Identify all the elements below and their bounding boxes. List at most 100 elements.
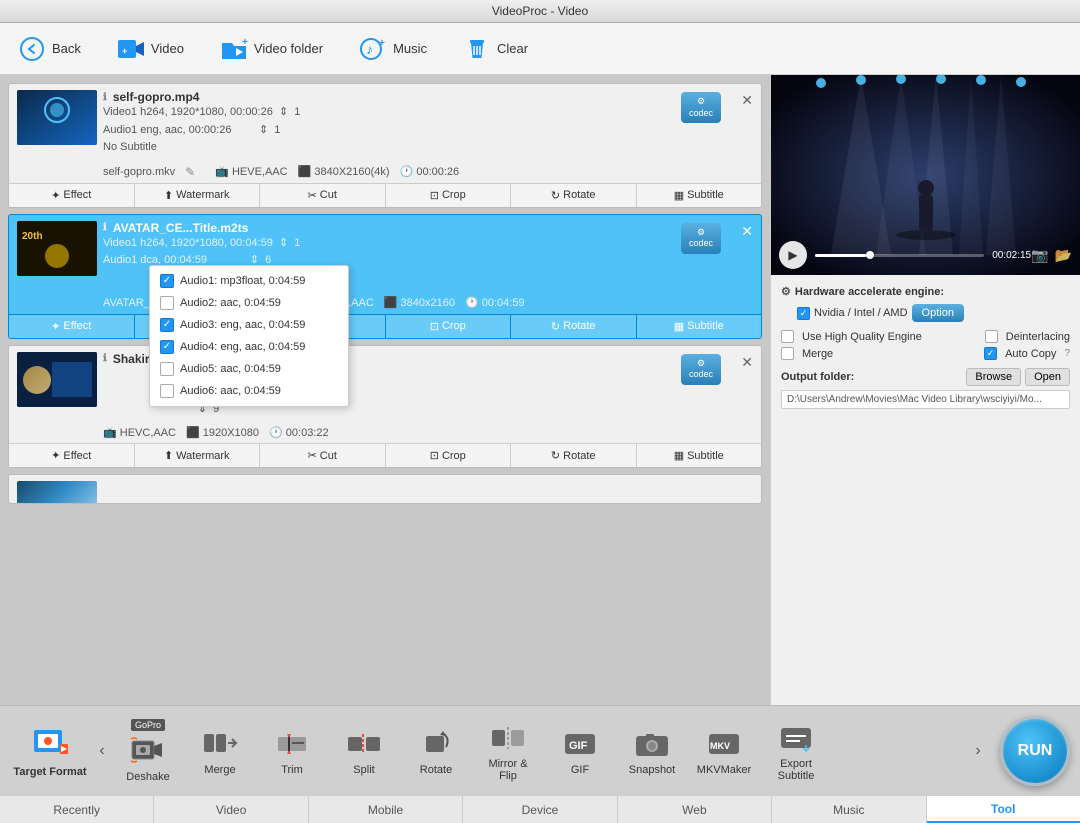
subtitle-btn-3[interactable]: ▦ Subtitle xyxy=(637,444,762,467)
music-label: Music xyxy=(393,41,427,56)
close-btn-3[interactable]: ✕ xyxy=(741,354,753,371)
gif-label: GIF xyxy=(571,764,589,776)
edit-icon-1[interactable]: ✎ xyxy=(185,165,195,179)
audio-check-3[interactable]: ✓ xyxy=(160,318,174,332)
title-bar: VideoProc - Video xyxy=(0,0,1080,23)
watermark-btn-1[interactable]: ⬆ Watermark xyxy=(135,184,261,207)
video-actions-3: ✦ Effect ⬆ Watermark ✂ Cut ⊡ Crop ↻ Ro xyxy=(9,443,761,467)
tab-recently[interactable]: Recently xyxy=(0,796,154,823)
video-title-1: ℹ self-gopro.mp4 xyxy=(103,90,667,104)
audio-check-1[interactable]: ✓ xyxy=(160,274,174,288)
tool-split[interactable]: Split xyxy=(330,716,398,786)
target-format-button[interactable]: Target Format xyxy=(10,716,90,786)
progress-bar[interactable] xyxy=(815,254,984,257)
info-icon-2[interactable]: ℹ xyxy=(103,222,107,233)
hw-title: ⚙ Hardware accelerate engine: xyxy=(781,285,1070,298)
export-subtitle-label: ExportSubtitle xyxy=(778,758,815,782)
tool-merge[interactable]: Merge xyxy=(186,716,254,786)
browse-button[interactable]: Browse xyxy=(966,368,1021,386)
scroll-left-arrow[interactable]: ‹ xyxy=(90,721,114,781)
tool-snapshot[interactable]: Snapshot xyxy=(618,716,686,786)
rotate-btn-3[interactable]: ↻ Rotate xyxy=(511,444,637,467)
audio-check-6[interactable] xyxy=(160,384,174,398)
effect-btn-3[interactable]: ✦ Effect xyxy=(9,444,135,467)
close-btn-1[interactable]: ✕ xyxy=(741,92,753,109)
tool-export-subtitle[interactable]: ExportSubtitle xyxy=(762,716,830,786)
folder-open-icon[interactable]: 📂 xyxy=(1055,247,1072,264)
codec-label-2: codec xyxy=(689,238,713,250)
scroll-right-arrow[interactable]: › xyxy=(966,721,990,781)
bottom-toolbar: Target Format ‹ GoPro Deshake xyxy=(0,705,1080,795)
back-button[interactable]: Back xyxy=(10,33,89,65)
hw-section: ⚙ Hardware accelerate engine: ✓ Nvidia /… xyxy=(781,285,1070,322)
crop-btn-2[interactable]: ⊡ Crop xyxy=(386,315,512,338)
tab-device[interactable]: Device xyxy=(463,796,617,823)
codec-btn-3[interactable]: ⚙ codec xyxy=(681,354,721,385)
tool-deshake[interactable]: GoPro Deshake xyxy=(114,716,182,786)
cut-btn-1[interactable]: ✂ Cut xyxy=(260,184,386,207)
video-icon: + xyxy=(117,37,145,61)
codec-btn-2[interactable]: ⚙ codec xyxy=(681,223,721,254)
audio-option-5[interactable]: Audio5: aac, 0:04:59 xyxy=(150,358,348,380)
nvidia-checkbox[interactable]: ✓ xyxy=(797,307,810,320)
high-quality-checkbox[interactable] xyxy=(781,330,794,343)
tool-trim[interactable]: Trim xyxy=(258,716,326,786)
play-button[interactable]: ▶ xyxy=(779,241,807,269)
video-folder-button[interactable]: + Video folder xyxy=(212,33,331,65)
cut-btn-3[interactable]: ✂ Cut xyxy=(260,444,386,467)
info-icon-1[interactable]: ℹ xyxy=(103,92,107,103)
help-icon[interactable]: ? xyxy=(1064,348,1070,359)
crop-btn-3[interactable]: ⊡ Crop xyxy=(386,444,512,467)
audio-option-3[interactable]: ✓ Audio3: eng, aac, 0:04:59 xyxy=(150,314,348,336)
music-button[interactable]: ♪+ Music xyxy=(351,33,435,65)
audio-option-2[interactable]: Audio2: aac, 0:04:59 xyxy=(150,292,348,314)
run-button[interactable]: RUN xyxy=(1000,716,1070,786)
tab-music[interactable]: Music xyxy=(772,796,926,823)
subtitle-btn-2[interactable]: ▦ Subtitle xyxy=(637,315,762,338)
watermark-btn-3[interactable]: ⬆ Watermark xyxy=(135,444,261,467)
audio-option-6[interactable]: Audio6: aac, 0:04:59 xyxy=(150,380,348,402)
screenshot-icon[interactable]: 📷 xyxy=(1031,247,1048,264)
close-btn-2[interactable]: ✕ xyxy=(741,223,753,240)
audio-check-5[interactable] xyxy=(160,362,174,376)
audio-label-1: Audio1: mp3float, 0:04:59 xyxy=(180,275,305,287)
codec-btn-1[interactable]: ⚙ codec xyxy=(681,92,721,123)
rotate-btn-2[interactable]: ↻ Rotate xyxy=(511,315,637,338)
tab-web[interactable]: Web xyxy=(618,796,772,823)
video-button[interactable]: + Video xyxy=(109,33,192,65)
rotate-btn-1[interactable]: ↻ Rotate xyxy=(511,184,637,207)
video-output-row-3: 📺 HEVC,AAC ⬛ 1920X1080 🕐 00:03:22 xyxy=(9,424,761,443)
tab-mobile[interactable]: Mobile xyxy=(309,796,463,823)
effect-btn-1[interactable]: ✦ Effect xyxy=(9,184,135,207)
audio-option-4[interactable]: ✓ Audio4: eng, aac, 0:04:59 xyxy=(150,336,348,358)
crop-icon-2: ⊡ xyxy=(430,320,439,333)
tool-rotate[interactable]: Rotate xyxy=(402,716,470,786)
main-area: ℹ self-gopro.mp4 Video1 h264, 1920*1080,… xyxy=(0,75,1080,705)
subtitle-btn-1[interactable]: ▦ Subtitle xyxy=(637,184,762,207)
tool-gif[interactable]: GIF GIF xyxy=(546,716,614,786)
merge-checkbox[interactable] xyxy=(781,347,794,360)
info-icon-3[interactable]: ℹ xyxy=(103,353,107,364)
video-item-3: ℹ Shakira-Try Everyt..(official Video).m… xyxy=(8,345,762,469)
effect-btn-2[interactable]: ✦ Effect xyxy=(9,315,135,338)
open-button[interactable]: Open xyxy=(1025,368,1070,386)
clear-button[interactable]: Clear xyxy=(455,33,536,65)
back-icon xyxy=(18,37,46,61)
tab-tool[interactable]: Tool xyxy=(927,796,1080,823)
tab-video[interactable]: Video xyxy=(154,796,308,823)
tool-mkvmaker[interactable]: MKV MKVMaker xyxy=(690,716,758,786)
tool-mirror-flip[interactable]: Mirror &Flip xyxy=(474,716,542,786)
option-button[interactable]: Option xyxy=(912,304,964,322)
deinterlacing-checkbox[interactable] xyxy=(985,330,998,343)
video-filename-2: AVATAR_CE...Title.m2ts xyxy=(113,221,249,235)
mirror-flip-label: Mirror &Flip xyxy=(488,758,527,782)
autocopy-checkbox[interactable]: ✓ xyxy=(984,347,997,360)
audio-check-2[interactable] xyxy=(160,296,174,310)
audio-check-4[interactable]: ✓ xyxy=(160,340,174,354)
audio-option-1[interactable]: ✓ Audio1: mp3float, 0:04:59 xyxy=(150,270,348,292)
autocopy-label: Auto Copy xyxy=(1005,348,1056,360)
crop-btn-1[interactable]: ⊡ Crop xyxy=(386,184,512,207)
preview-controls: ▶ 00:02:15 📷 📂 xyxy=(771,241,1080,269)
rotate-icon-2: ↻ xyxy=(551,320,560,333)
video-output-row-1: self-gopro.mkv ✎ 📺 HEVE,AAC ⬛ 3840X2160(… xyxy=(9,163,761,183)
